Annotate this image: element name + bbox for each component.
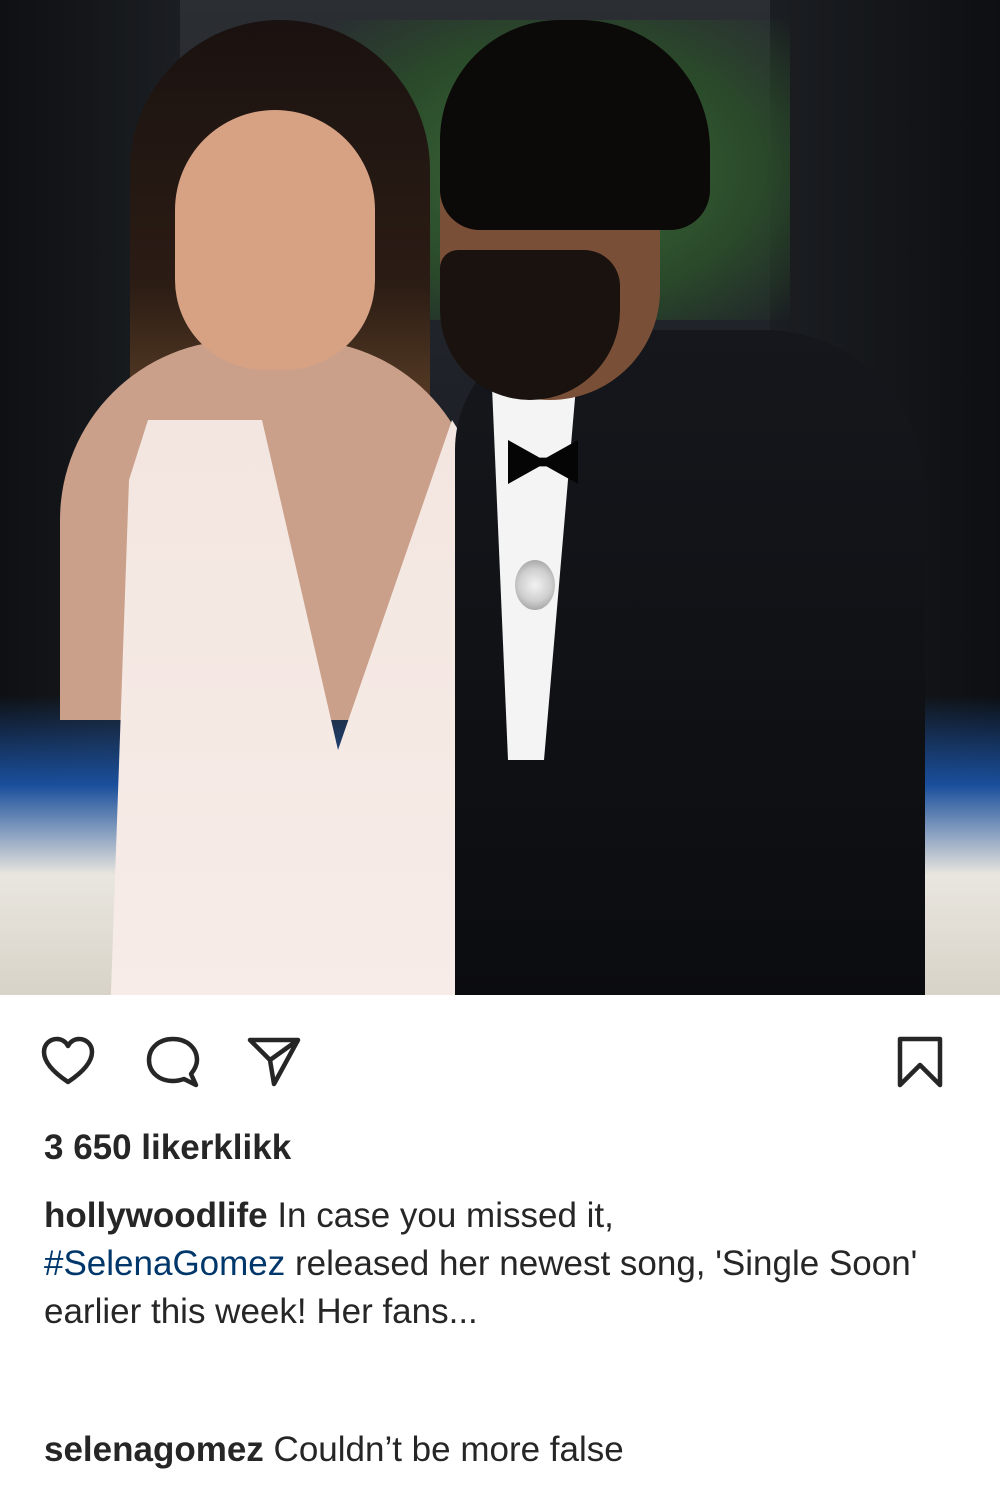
likes-count[interactable]: 3 650 likerklikk [44,1126,291,1170]
post-action-row [0,1020,1000,1100]
paper-plane-icon[interactable] [246,1034,302,1090]
photo-woman-face [175,110,375,370]
caption-text-before-tag: In case you missed it, [267,1196,614,1235]
comment-username[interactable]: selenagomez [44,1430,264,1469]
instagram-post: 3 650 likerklikk hollywoodlife In case y… [0,0,1000,1489]
photo-brooch [515,560,555,610]
comment-row: selenagomez Couldn’t be more false [44,1426,944,1474]
comment-text: Couldn’t be more false [263,1430,624,1469]
heart-icon[interactable] [40,1034,96,1090]
caption-hashtag[interactable]: #SelenaGomez [44,1244,285,1283]
comment-bubble-icon[interactable] [144,1034,200,1090]
post-photo[interactable] [0,0,1000,995]
bookmark-icon[interactable] [892,1034,948,1090]
caption-username[interactable]: hollywoodlife [44,1196,268,1235]
post-caption: hollywoodlife In case you missed it, #Sel… [44,1192,944,1336]
